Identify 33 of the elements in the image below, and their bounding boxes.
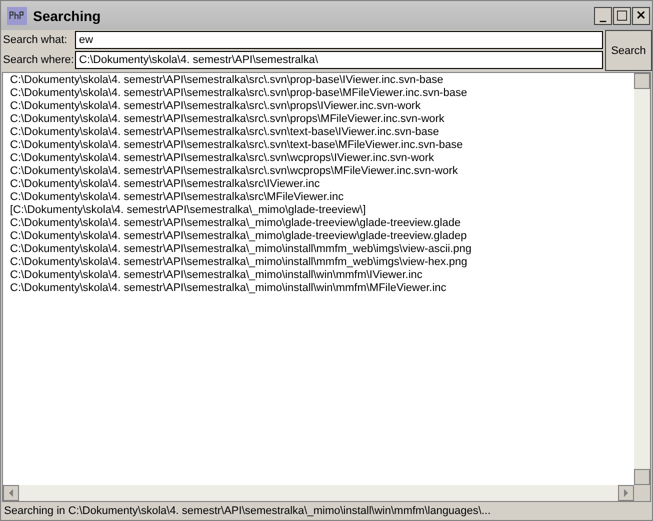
result-item[interactable]: C:\Dokumenty\skola\4. semestr\API\semestralka\src\.svn\wcprops\MFileViewer.inc.svn-work xyxy=(10,165,634,178)
result-item[interactable]: C:\Dokumenty\skola\4. semestr\API\semestralka\src\MFileViewer.inc xyxy=(10,191,634,204)
input-field[interactable]: C:\Dokumenty\skola\4. semestr\API\semestralka\ xyxy=(75,51,603,69)
field-label: Search what: xyxy=(2,34,68,46)
maximize-button[interactable]: □ xyxy=(613,6,631,24)
result-item[interactable]: C:\Dokumenty\skola\4. semestr\API\semestralka\_mimo\install\win\mmfm\MFileViewer.inc xyxy=(10,282,634,295)
app-icon xyxy=(7,6,27,24)
result-item[interactable]: C:\Dokumenty\skola\4. semestr\API\semestralka\src\.svn\wcprops\IViewer.inc.svn-work xyxy=(10,152,634,165)
search-button[interactable]: Search xyxy=(605,30,652,71)
result-item[interactable]: C:\Dokumenty\skola\4. semestr\API\semestralka\_mimo\glade-treeview\glade-treeview.gladep xyxy=(10,230,634,243)
status-text: Searching in C:\Dokumenty\skola\4. semestr\API\semestralka\_mimo\install\win\mmfm\languages\... xyxy=(3,504,492,519)
result-item[interactable]: C:\Dokumenty\skola\4. semestr\API\semestralka\src\.svn\prop-base\MFileViewer.inc.svn-base xyxy=(10,87,634,100)
result-item[interactable]: C:\Dokumenty\skola\4. semestr\API\semestralka\src\IViewer.inc xyxy=(10,178,634,191)
result-item[interactable]: C:\Dokumenty\skola\4. semestr\API\semestralka\src\.svn\text-base\IViewer.inc.svn-base xyxy=(10,126,634,139)
input-field[interactable]: ew xyxy=(75,31,603,49)
result-item[interactable]: C:\Dokumenty\skola\4. semestr\API\semestralka\src\.svn\text-base\MFileViewer.inc.svn-base xyxy=(10,139,634,152)
result-item[interactable]: [C:\Dokumenty\skola\4. semestr\API\semestralka\_mimo\glade-treeview\] xyxy=(10,204,634,217)
result-item[interactable]: C:\Dokumenty\skola\4. semestr\API\semestralka\_mimo\install\mmfm_web\imgs\view-ascii.png xyxy=(10,243,634,256)
close-button[interactable]: × xyxy=(632,6,650,24)
scroll-left-button[interactable] xyxy=(3,485,19,501)
minimize-button[interactable]: _ xyxy=(594,6,612,24)
result-item[interactable]: C:\Dokumenty\skola\4. semestr\API\semestralka\src\.svn\props\MFileViewer.inc.svn-work xyxy=(10,113,634,126)
result-item[interactable]: C:\Dokumenty\skola\4. semestr\API\semestralka\_mimo\glade-treeview\glade-treeview.glade xyxy=(10,217,634,230)
left-arrow-icon xyxy=(8,489,14,497)
result-item[interactable]: C:\Dokumenty\skola\4. semestr\API\semestralka\src\.svn\prop-base\IViewer.inc.svn-base xyxy=(10,74,634,87)
result-item[interactable]: C:\Dokumenty\skola\4. semestr\API\semestralka\src\.svn\props\IViewer.inc.svn-work xyxy=(10,100,634,113)
right-arrow-icon xyxy=(623,489,629,497)
scrollbar-corner xyxy=(634,485,650,501)
field-label: Search where: xyxy=(2,54,75,66)
window-title: Searching xyxy=(33,8,102,24)
result-item[interactable]: C:\Dokumenty\skola\4. semestr\API\semestralka\_mimo\install\mmfm_web\imgs\view-hex.png xyxy=(10,256,634,269)
scroll-right-button[interactable] xyxy=(618,485,634,501)
result-item[interactable]: C:\Dokumenty\skola\4. semestr\API\semestralka\_mimo\install\win\mmfm\IViewer.inc xyxy=(10,269,634,282)
